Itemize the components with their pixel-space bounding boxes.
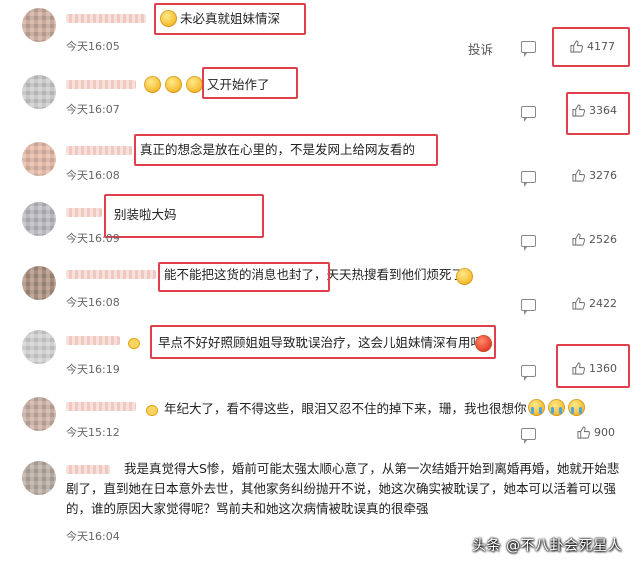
highlight-box bbox=[566, 92, 630, 135]
highlight-box bbox=[556, 344, 630, 388]
reply-icon[interactable] bbox=[521, 41, 536, 57]
reply-icon[interactable] bbox=[521, 106, 536, 122]
thumb-up-icon bbox=[572, 169, 585, 182]
reply-icon[interactable] bbox=[521, 171, 536, 187]
comment-time: 今天15:12 bbox=[66, 426, 120, 439]
avatar[interactable] bbox=[22, 142, 56, 176]
comment-time: 今天16:19 bbox=[66, 363, 120, 376]
crown-icon bbox=[128, 338, 140, 349]
comment-time: 今天16:08 bbox=[66, 169, 120, 182]
username[interactable] bbox=[66, 146, 132, 155]
comment-time: 今天16:07 bbox=[66, 103, 120, 116]
avatar[interactable] bbox=[22, 75, 56, 109]
like-button[interactable]: 900 bbox=[577, 426, 615, 439]
highlight-box bbox=[552, 27, 630, 67]
emoji-icon bbox=[165, 76, 182, 93]
highlight-box bbox=[202, 67, 298, 99]
username[interactable] bbox=[66, 336, 120, 345]
like-button[interactable]: 3276 bbox=[572, 169, 617, 182]
reply-icon[interactable] bbox=[521, 299, 536, 315]
avatar[interactable] bbox=[22, 397, 56, 431]
emoji-icon bbox=[186, 76, 203, 93]
avatar[interactable] bbox=[22, 8, 56, 42]
like-count: 2422 bbox=[589, 297, 617, 310]
reply-icon[interactable] bbox=[521, 365, 536, 381]
username[interactable] bbox=[66, 14, 146, 23]
username[interactable] bbox=[66, 270, 156, 279]
like-button[interactable]: 2422 bbox=[572, 297, 617, 310]
emoji-icon bbox=[568, 399, 585, 416]
like-count: 3276 bbox=[589, 169, 617, 182]
thumb-up-icon bbox=[572, 297, 585, 310]
report-button[interactable]: 投诉 bbox=[468, 39, 493, 58]
emoji-icon bbox=[528, 399, 545, 416]
watermark: 头条 @不八卦会死星人 bbox=[472, 538, 622, 554]
like-count: 900 bbox=[594, 426, 615, 439]
comment-time: 今天16:09 bbox=[66, 232, 120, 245]
like-button[interactable]: 2526 bbox=[572, 233, 617, 246]
avatar[interactable] bbox=[22, 266, 56, 300]
emoji-icon bbox=[548, 399, 565, 416]
like-count: 2526 bbox=[589, 233, 617, 246]
comment-time: 今天16:05 bbox=[66, 40, 120, 53]
highlight-box bbox=[154, 3, 306, 35]
reply-icon[interactable] bbox=[521, 235, 536, 251]
comment-text: 我是真觉得大S惨，婚前可能太强太顺心意了，从第一次结婚开始到离婚再婚，她就开始悲… bbox=[66, 461, 620, 516]
thumb-up-icon bbox=[572, 233, 585, 246]
crown-icon bbox=[146, 405, 158, 416]
highlight-box bbox=[158, 262, 330, 292]
thumb-up-icon bbox=[577, 426, 590, 439]
username[interactable] bbox=[66, 208, 102, 217]
comment-time: 今天16:04 bbox=[66, 530, 120, 543]
comment-time: 今天16:08 bbox=[66, 296, 120, 309]
emoji-icon bbox=[144, 76, 161, 93]
username[interactable] bbox=[66, 402, 136, 411]
highlight-box bbox=[104, 194, 264, 238]
highlight-box bbox=[150, 325, 496, 359]
highlight-box bbox=[134, 134, 438, 166]
avatar[interactable] bbox=[22, 330, 56, 364]
avatar[interactable] bbox=[22, 202, 56, 236]
reply-icon[interactable] bbox=[521, 428, 536, 444]
avatar[interactable] bbox=[22, 461, 56, 495]
username[interactable] bbox=[66, 80, 136, 89]
emoji-icon bbox=[456, 268, 473, 285]
comment-text: 年纪大了，看不得这些，眼泪又忍不住的掉下来，珊，我也很想你 bbox=[164, 401, 527, 416]
